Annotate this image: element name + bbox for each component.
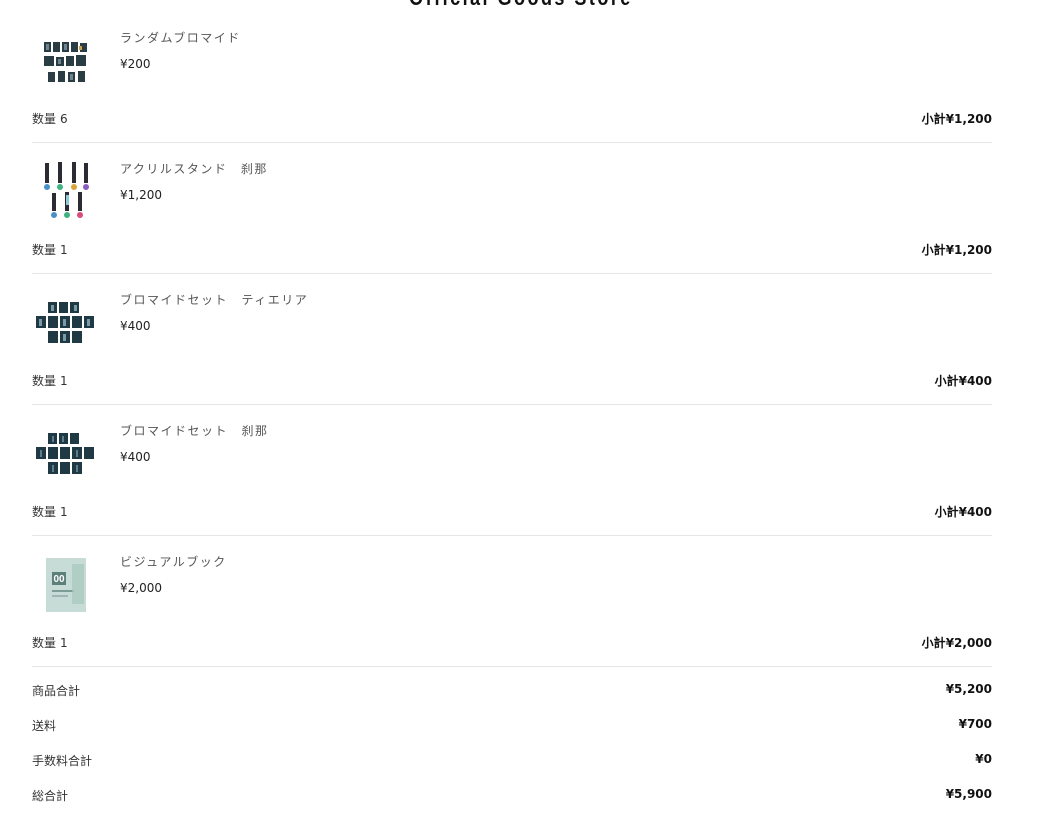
items-total-row: 商品合計 ¥5,200	[32, 680, 992, 715]
quantity-value: 1	[60, 505, 68, 519]
item-subtotal: 小計¥1,200	[922, 110, 992, 127]
item-name[interactable]: ブロマイドセット 刹那	[120, 422, 269, 439]
grand-total-row: 総合計 ¥5,900	[32, 785, 992, 820]
item-price: ¥400	[120, 450, 151, 464]
shipping-value: ¥700	[958, 717, 992, 731]
subtotal-value: ¥400	[958, 374, 992, 388]
subtotal-label: 小計	[921, 243, 946, 257]
cart-item: ブロマイドセット ティエリア ¥400 数量 1 小計¥400	[32, 274, 992, 405]
grand-total-value: ¥5,900	[945, 787, 992, 801]
quantity-value: 1	[60, 374, 68, 388]
item-price: ¥1,200	[120, 188, 162, 202]
visual-book-cover-text: 00	[53, 574, 65, 585]
item-subtotal: 小計¥1,200	[922, 241, 992, 258]
quantity-value: 1	[60, 636, 68, 650]
quantity-label: 数量	[32, 374, 57, 388]
quantity-value: 6	[60, 112, 68, 126]
cart-item: アクリルスタンド 刹那 ¥1,200 数量 1 小計¥1,200	[32, 143, 992, 274]
cart-item: 00 ビジュアルブック ¥2,000 数量 1 小計¥2,000	[32, 536, 992, 667]
item-name[interactable]: アクリルスタンド 刹那	[120, 160, 268, 177]
item-subtotal: 小計¥2,000	[922, 634, 992, 651]
item-quantity: 数量 1	[32, 372, 68, 389]
item-price: ¥2,000	[120, 581, 162, 595]
visual-book-thumbnail[interactable]: 00	[32, 552, 96, 616]
random-bromide-thumbnail[interactable]	[32, 28, 96, 92]
order-summary: 商品合計 ¥5,200 送料 ¥700 手数料合計 ¥0 総合計 ¥5,900	[32, 680, 992, 820]
item-name[interactable]: ブロマイドセット ティエリア	[120, 291, 308, 308]
subtotal-value: ¥400	[958, 505, 992, 519]
bromide-set-thumbnail[interactable]	[32, 421, 96, 485]
item-quantity: 数量 6	[32, 110, 68, 127]
cart-item: ランダムブロマイド ¥200 数量 6 小計¥1,200	[32, 0, 992, 143]
fee-total-row: 手数料合計 ¥0	[32, 750, 992, 785]
grand-total-label: 総合計	[32, 789, 69, 803]
cart-item-list: ランダムブロマイド ¥200 数量 6 小計¥1,200 アクリルスタンド 刹那 …	[32, 0, 992, 667]
item-price: ¥400	[120, 319, 151, 333]
subtotal-label: 小計	[921, 112, 946, 126]
shipping-label: 送料	[32, 719, 57, 733]
item-subtotal: 小計¥400	[935, 503, 992, 520]
item-name[interactable]: ビジュアルブック	[120, 553, 227, 570]
quantity-label: 数量	[32, 243, 57, 257]
items-total-label: 商品合計	[32, 684, 81, 698]
item-quantity: 数量 1	[32, 241, 68, 258]
shipping-row: 送料 ¥700	[32, 715, 992, 750]
quantity-label: 数量	[32, 505, 57, 519]
quantity-value: 1	[60, 243, 68, 257]
bromide-set-thumbnail[interactable]	[32, 290, 96, 354]
item-subtotal: 小計¥400	[935, 372, 992, 389]
subtotal-value: ¥1,200	[945, 112, 992, 126]
fee-total-value: ¥0	[975, 752, 992, 766]
subtotal-value: ¥2,000	[945, 636, 992, 650]
item-quantity: 数量 1	[32, 503, 68, 520]
quantity-label: 数量	[32, 112, 57, 126]
fee-total-label: 手数料合計	[32, 754, 93, 768]
subtotal-label: 小計	[934, 374, 959, 388]
acrylic-stand-thumbnail[interactable]	[32, 159, 96, 223]
items-total-value: ¥5,200	[945, 682, 992, 696]
item-price: ¥200	[120, 57, 151, 71]
item-quantity: 数量 1	[32, 634, 68, 651]
subtotal-label: 小計	[921, 636, 946, 650]
item-name[interactable]: ランダムブロマイド	[120, 29, 241, 46]
subtotal-label: 小計	[934, 505, 959, 519]
subtotal-value: ¥1,200	[945, 243, 992, 257]
cart-item: ブロマイドセット 刹那 ¥400 数量 1 小計¥400	[32, 405, 992, 536]
quantity-label: 数量	[32, 636, 57, 650]
